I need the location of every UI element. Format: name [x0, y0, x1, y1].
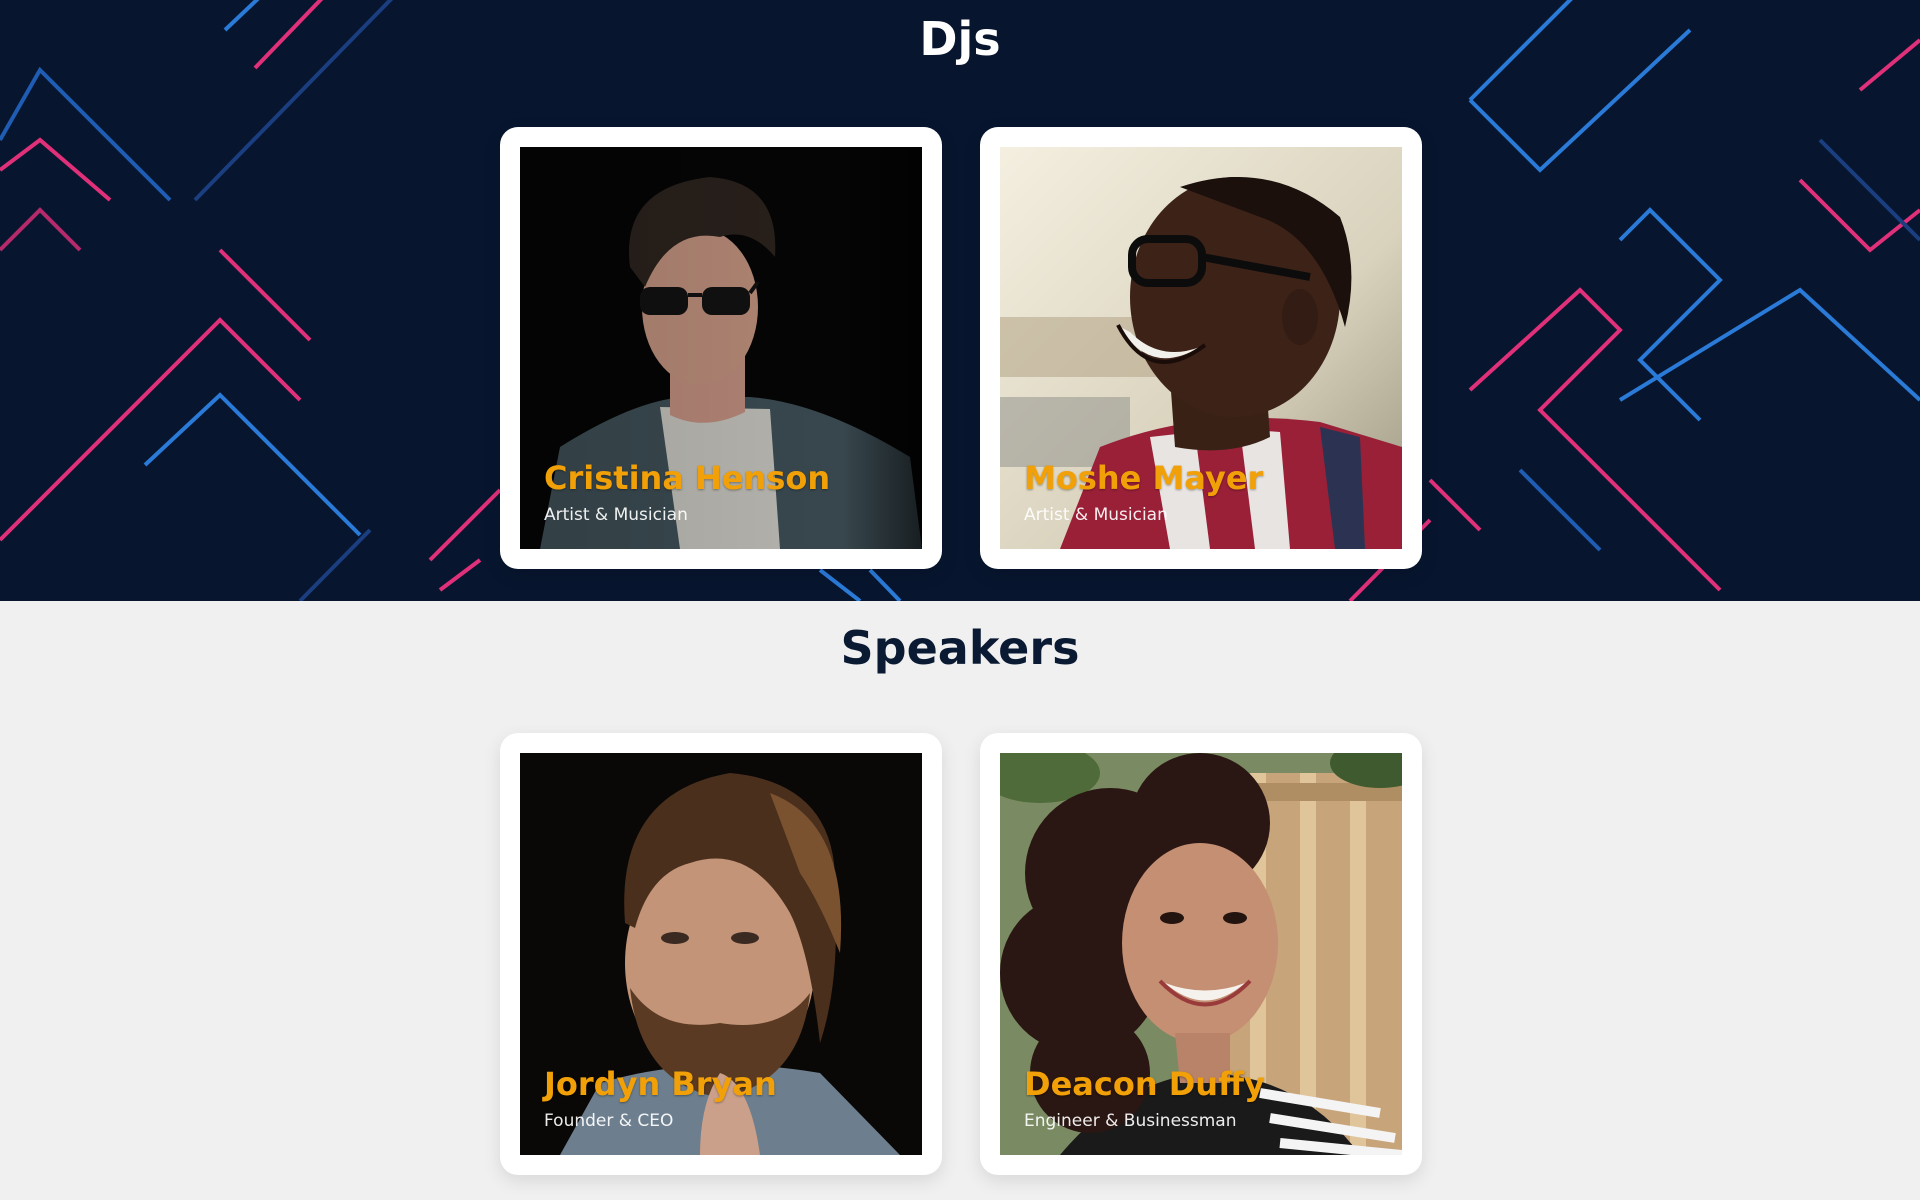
dj-name: Moshe Mayer — [1024, 459, 1264, 497]
dj-role: Artist & Musician — [1024, 505, 1168, 525]
speaker-card-deacon-duffy[interactable]: Deacon Duffy Engineer & Businessman — [980, 733, 1422, 1175]
dj-name: Cristina Henson — [544, 459, 831, 497]
speaker-name: Jordyn Bryan — [544, 1065, 777, 1103]
dj-role: Artist & Musician — [544, 505, 688, 525]
speaker-role: Founder & CEO — [544, 1111, 674, 1131]
speaker-photo-2: Deacon Duffy Engineer & Businessman — [1000, 753, 1402, 1155]
speaker-name: Deacon Duffy — [1024, 1065, 1265, 1103]
decorative-line-pattern — [0, 0, 1920, 601]
speaker-role: Engineer & Businessman — [1024, 1111, 1237, 1131]
dj-photo-2: Moshe Mayer Artist & Musician — [1000, 147, 1402, 549]
dj-card-moshe-mayer[interactable]: Moshe Mayer Artist & Musician — [980, 127, 1422, 569]
speaker-card-jordyn-bryan[interactable]: Jordyn Bryan Founder & CEO — [500, 733, 942, 1175]
speakers-section-title: Speakers — [840, 621, 1080, 675]
djs-section-title: Djs — [919, 12, 1001, 66]
speaker-photo-1: Jordyn Bryan Founder & CEO — [520, 753, 922, 1155]
djs-section: Djs Cristina Henson Artist & Musician Mo… — [0, 0, 1920, 601]
dj-photo-1: Cristina Henson Artist & Musician — [520, 147, 922, 549]
dj-card-cristina-henson[interactable]: Cristina Henson Artist & Musician — [500, 127, 942, 569]
speakers-section: Speakers Jordyn Bryan Founder & CEO Deac… — [0, 601, 1920, 1200]
